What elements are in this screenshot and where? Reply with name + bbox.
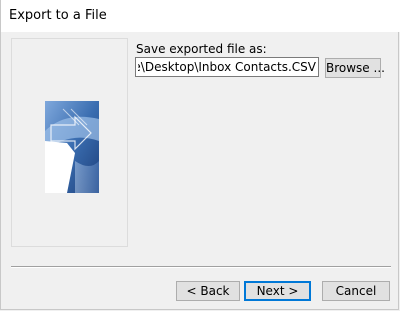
- back-button[interactable]: < Back: [176, 281, 240, 301]
- save-as-label: Save exported file as:: [136, 42, 267, 56]
- dialog-title: Export to a File: [9, 8, 107, 23]
- export-wizard-illustration-icon: [45, 101, 99, 193]
- next-button[interactable]: Next >: [244, 281, 311, 301]
- cancel-button[interactable]: Cancel: [322, 281, 390, 301]
- wizard-image-panel: [11, 38, 128, 247]
- separator: [11, 266, 391, 268]
- browse-button[interactable]: Browse ...: [325, 58, 385, 78]
- export-dialog: Export to a File Save exported file as: …: [0, 0, 400, 310]
- title-bar: Export to a File: [1, 0, 400, 32]
- file-path-input[interactable]: [135, 57, 319, 77]
